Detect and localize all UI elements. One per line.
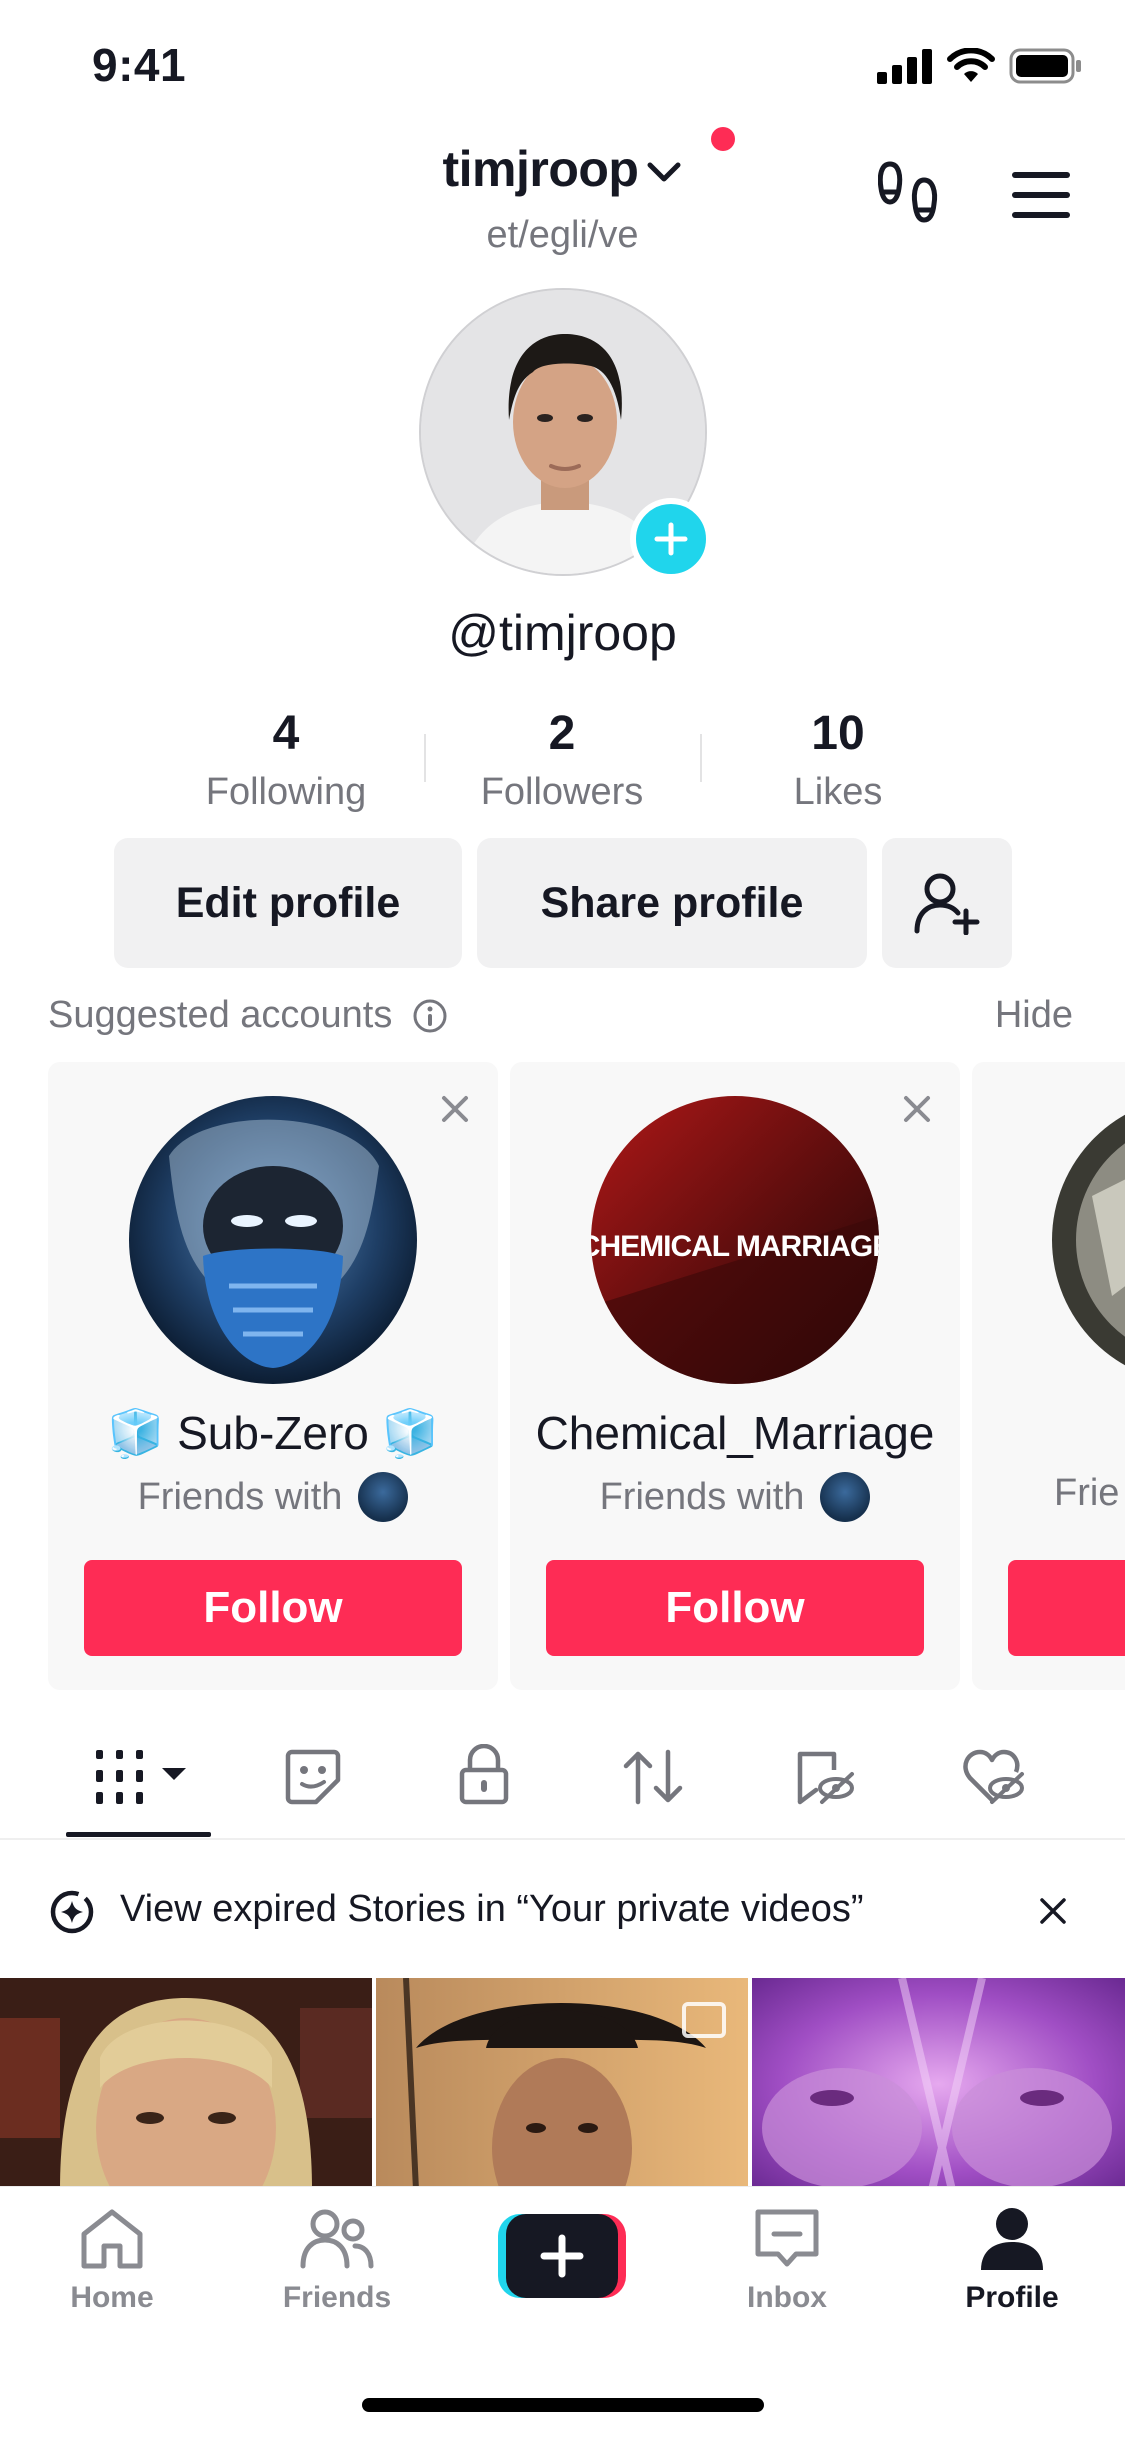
stat-following[interactable]: 4 Following [148, 706, 424, 814]
notification-dot [711, 127, 735, 151]
favorites-hidden-icon[interactable] [794, 1748, 856, 1806]
battery-icon [1009, 48, 1081, 84]
add-user-icon [914, 873, 980, 935]
friends-with-label: Frie [1054, 1472, 1120, 1514]
video-thumbnail[interactable] [0, 1978, 372, 2190]
mutual-friend-avatar [358, 1472, 409, 1522]
stat-value: 4 [272, 707, 300, 760]
follow-button[interactable]: Follow [546, 1560, 924, 1656]
username: timjroop [442, 141, 639, 197]
friends-with-label: Friends with [137, 1475, 343, 1518]
add-story-button[interactable] [630, 498, 712, 580]
plus-icon [654, 522, 688, 556]
active-tab-indicator [66, 1832, 211, 1837]
footprints-icon[interactable] [878, 160, 940, 232]
nav-profile-label: Profile [965, 2281, 1059, 2314]
stat-label: Likes [793, 771, 883, 813]
account-switcher[interactable]: timjroop [0, 140, 1125, 198]
close-icon[interactable] [1038, 1896, 1068, 1926]
grid-dropdown-icon [96, 1750, 186, 1804]
pronouns: et/egli/ve [486, 214, 639, 256]
friends-with: Friends with [48, 1472, 498, 1522]
stat-value: 2 [548, 707, 576, 760]
close-icon[interactable] [440, 1094, 470, 1124]
inbox-icon [755, 2209, 819, 2267]
friends-with-label: Friends with [599, 1475, 805, 1518]
info-icon[interactable] [412, 998, 448, 1034]
suggested-avatar: CHEMICAL MARRIAGE [591, 1096, 879, 1384]
hide-suggestions-button[interactable]: Hide [995, 994, 1073, 1037]
expired-stories-text: View expired Stories in “Your private vi… [120, 1888, 864, 1930]
nav-profile[interactable]: Profile [912, 2206, 1112, 2315]
stat-value: 10 [811, 707, 865, 760]
share-profile-button[interactable]: Share profile [477, 838, 867, 968]
story-plus-icon [50, 1890, 94, 1934]
suggested-card-partial[interactable]: Frie [972, 1062, 1125, 1690]
tab-videos[interactable] [92, 1748, 188, 1809]
profile-icon [981, 2208, 1043, 2270]
home-icon [81, 2209, 143, 2269]
lock-icon[interactable] [458, 1744, 510, 1806]
cellular-signal-icon [877, 49, 932, 84]
status-icons [877, 48, 1083, 84]
suggested-accounts-header: Suggested accounts [48, 994, 448, 1037]
menu-hamburger-icon[interactable] [1012, 172, 1070, 218]
stat-label: Followers [480, 771, 644, 813]
create-plus-icon [498, 2214, 626, 2298]
nav-friends[interactable]: Friends [237, 2206, 437, 2315]
follow-button[interactable] [1008, 1560, 1125, 1656]
band-logo-text: CHEMICAL MARRIAGE [591, 1230, 879, 1263]
follow-button[interactable]: Follow [84, 1560, 462, 1656]
chevron-down-icon [647, 162, 681, 182]
suggested-avatar [1052, 1096, 1125, 1384]
repost-icon[interactable] [622, 1748, 684, 1806]
edit-profile-button[interactable]: Edit profile [114, 838, 462, 968]
home-indicator [362, 2398, 764, 2412]
nav-inbox-label: Inbox [747, 2281, 827, 2314]
mutual-friend-avatar [820, 1472, 871, 1522]
video-thumbnail[interactable] [376, 1978, 748, 2190]
nav-inbox[interactable]: Inbox [687, 2206, 887, 2315]
suggested-card-sub-zero[interactable]: 🧊 Sub-Zero 🧊 Friends with Follow [48, 1062, 498, 1690]
suggested-name: 🧊 Sub-Zero 🧊 [107, 1407, 439, 1459]
suggested-name: Chemical_Marriage [535, 1407, 935, 1459]
friends-icon [300, 2209, 374, 2269]
nav-home[interactable]: Home [12, 2206, 212, 2315]
suggested-card-chemical-marriage[interactable]: CHEMICAL MARRIAGE Chemical_Marriage Frie… [510, 1062, 960, 1690]
create-button[interactable] [498, 2214, 626, 2298]
stat-followers[interactable]: 2 Followers [424, 706, 700, 814]
nav-home-label: Home [70, 2281, 154, 2314]
stat-label: Following [205, 771, 367, 813]
status-time: 9:41 [92, 39, 187, 91]
suggested-accounts-title: Suggested accounts [48, 994, 393, 1036]
wifi-icon [947, 48, 995, 82]
friends-with: Friends with [510, 1472, 960, 1522]
sticker-icon[interactable] [284, 1748, 342, 1806]
suggested-avatar [129, 1096, 417, 1384]
stat-likes[interactable]: 10 Likes [700, 706, 976, 814]
liked-hidden-icon[interactable] [962, 1748, 1026, 1806]
nav-friends-label: Friends [282, 2281, 392, 2314]
profile-handle: @timjroop [448, 605, 677, 661]
add-friends-button[interactable] [882, 838, 1012, 968]
video-thumbnail[interactable] [752, 1978, 1125, 2190]
close-icon[interactable] [902, 1094, 932, 1124]
